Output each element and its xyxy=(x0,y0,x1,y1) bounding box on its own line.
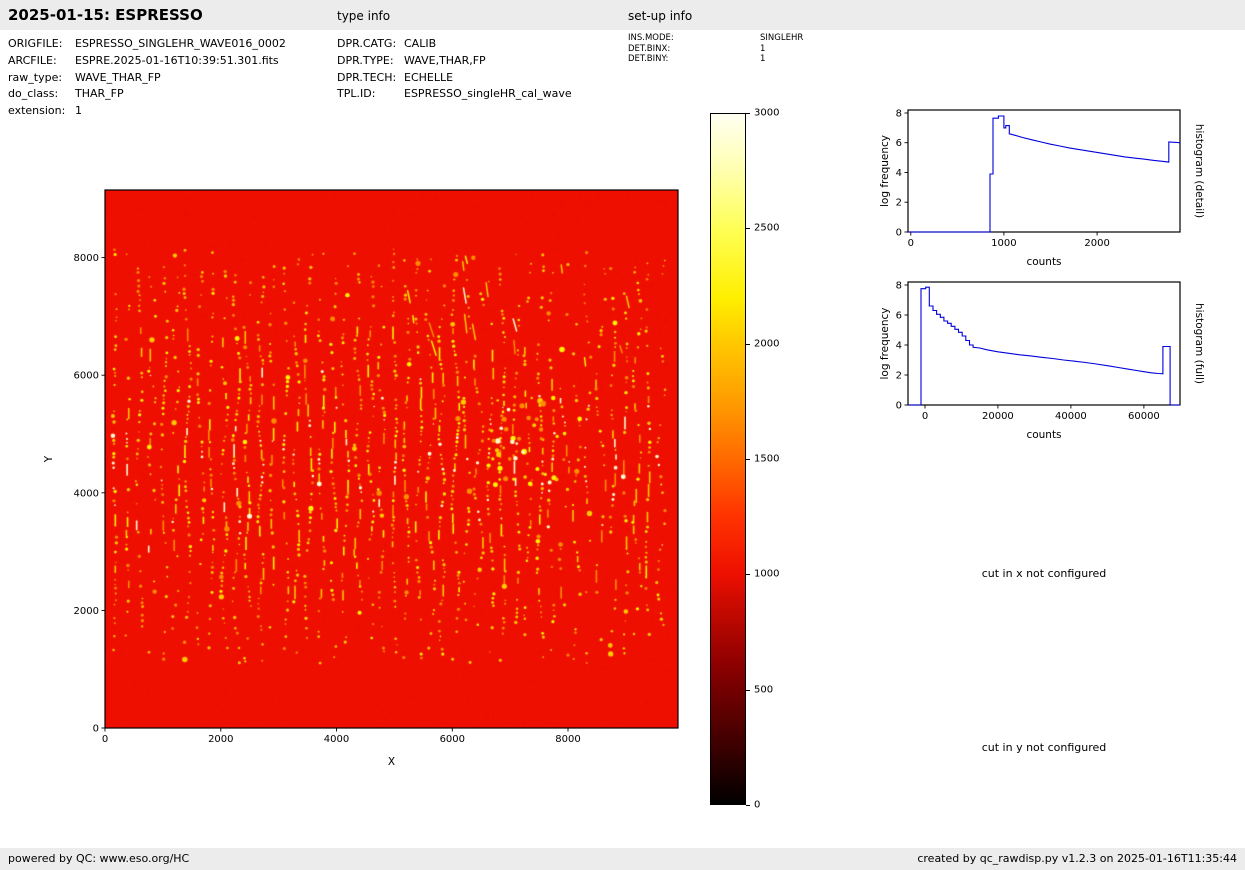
svg-text:2000: 2000 xyxy=(74,606,99,617)
svg-text:histogram (detail): histogram (detail) xyxy=(1193,124,1205,218)
setup-info-block: INS.MODE:SINGLEHR DET.BINX:1 DET.BINY:1 xyxy=(628,33,803,65)
meta-row-detbinx: DET.BINX:1 xyxy=(628,44,803,55)
meta-label: do_class: xyxy=(8,86,75,103)
meta-label: DPR.TYPE: xyxy=(337,53,404,70)
meta-value: THAR_FP xyxy=(75,87,124,100)
type-info-heading: type info xyxy=(337,9,390,23)
meta-row-detbiny: DET.BINY:1 xyxy=(628,54,803,65)
histogram-detail-plot: 0 1000 2000 0 2 4 6 8 counts log frequency histogr… xyxy=(878,100,1210,278)
svg-text:0: 0 xyxy=(896,228,902,239)
svg-text:X: X xyxy=(388,756,395,768)
meta-label: DET.BINX: xyxy=(628,44,760,55)
meta-label: DET.BINY: xyxy=(628,54,760,65)
meta-value: 1 xyxy=(760,54,765,64)
colorbar: 050010001500200025003000 xyxy=(710,113,806,805)
svg-text:2: 2 xyxy=(896,371,902,382)
meta-label: DPR.TECH: xyxy=(337,70,404,87)
meta-value: SINGLEHR xyxy=(760,33,803,43)
meta-row-dprtype: DPR.TYPE:WAVE,THAR,FP xyxy=(337,53,572,70)
meta-label: DPR.CATG: xyxy=(337,36,404,53)
meta-value: ESPRE.2025-01-16T10:39:51.301.fits xyxy=(75,54,279,67)
page-title: 2025-01-15: ESPRESSO xyxy=(8,6,203,24)
meta-label: ARCFILE: xyxy=(8,53,75,70)
setup-info-heading: set-up info xyxy=(628,9,692,23)
svg-text:6000: 6000 xyxy=(74,371,99,382)
svg-text:0: 0 xyxy=(102,734,108,745)
svg-text:20000: 20000 xyxy=(982,411,1014,422)
svg-text:8: 8 xyxy=(896,109,902,120)
raw-image-canvas xyxy=(105,190,678,728)
svg-text:4: 4 xyxy=(896,168,902,179)
svg-text:0: 0 xyxy=(896,401,902,412)
meta-row-tplid: TPL.ID:ESPRESSO_singleHR_cal_wave xyxy=(337,86,572,103)
meta-label: TPL.ID: xyxy=(337,86,404,103)
meta-value: 1 xyxy=(75,104,82,117)
svg-text:2000: 2000 xyxy=(208,734,233,745)
svg-text:8000: 8000 xyxy=(74,253,99,264)
meta-label: raw_type: xyxy=(8,70,75,87)
svg-text:4000: 4000 xyxy=(74,488,99,499)
svg-text:4000: 4000 xyxy=(324,734,349,745)
svg-text:counts: counts xyxy=(1026,429,1061,441)
meta-value: ECHELLE xyxy=(404,71,453,84)
meta-value: 1 xyxy=(760,44,765,54)
colorbar-gradient xyxy=(710,113,746,805)
svg-text:6000: 6000 xyxy=(440,734,465,745)
meta-row-arcfile: ARCFILE:ESPRE.2025-01-16T10:39:51.301.fi… xyxy=(8,53,286,70)
file-info-block: ORIGFILE:ESPRESSO_SINGLEHR_WAVE016_0002 … xyxy=(8,36,286,120)
meta-row-origfile: ORIGFILE:ESPRESSO_SINGLEHR_WAVE016_0002 xyxy=(8,36,286,53)
meta-row-dprtech: DPR.TECH:ECHELLE xyxy=(337,70,572,87)
svg-text:4: 4 xyxy=(896,341,902,352)
svg-text:log frequency: log frequency xyxy=(879,135,891,207)
cut-x-note: cut in x not configured xyxy=(908,567,1180,580)
svg-text:60000: 60000 xyxy=(1128,411,1160,422)
meta-label: ORIGFILE: xyxy=(8,36,75,53)
meta-row-rawtype: raw_type:WAVE_THAR_FP xyxy=(8,70,286,87)
meta-value: CALIB xyxy=(404,37,436,50)
footer-created-by: created by qc_rawdisp.py v1.2.3 on 2025-… xyxy=(917,852,1237,865)
qc-report-page: 2025-01-15: ESPRESSO type info set-up in… xyxy=(0,0,1245,870)
meta-row-extension: extension:1 xyxy=(8,103,286,120)
svg-text:8: 8 xyxy=(896,281,902,292)
meta-label: INS.MODE: xyxy=(628,33,760,44)
svg-text:6: 6 xyxy=(896,311,902,322)
meta-value: ESPRESSO_SINGLEHR_WAVE016_0002 xyxy=(75,37,286,50)
svg-text:Y: Y xyxy=(43,455,55,463)
svg-text:8000: 8000 xyxy=(555,734,580,745)
svg-text:40000: 40000 xyxy=(1055,411,1087,422)
svg-text:1000: 1000 xyxy=(991,238,1016,249)
meta-row-doclass: do_class:THAR_FP xyxy=(8,86,286,103)
cut-y-note: cut in y not configured xyxy=(908,741,1180,754)
footer-powered-by: powered by QC: www.eso.org/HC xyxy=(8,852,189,865)
svg-text:0: 0 xyxy=(93,724,99,735)
meta-value: WAVE_THAR_FP xyxy=(75,71,161,84)
svg-text:0: 0 xyxy=(922,411,928,422)
svg-text:histogram (full): histogram (full) xyxy=(1193,303,1205,384)
svg-text:counts: counts xyxy=(1026,256,1061,268)
header-bar: 2025-01-15: ESPRESSO type info set-up in… xyxy=(0,0,1245,30)
meta-label: extension: xyxy=(8,103,75,120)
meta-row-insmode: INS.MODE:SINGLEHR xyxy=(628,33,803,44)
svg-text:log frequency: log frequency xyxy=(879,307,891,379)
svg-text:2: 2 xyxy=(896,198,902,209)
histogram-full-plot: 0 20000 40000 60000 0 2 4 6 8 counts log frequency… xyxy=(878,272,1210,450)
meta-value: ESPRESSO_singleHR_cal_wave xyxy=(404,87,572,100)
meta-row-dprcatg: DPR.CATG:CALIB xyxy=(337,36,572,53)
footer-bar: powered by QC: www.eso.org/HC created by… xyxy=(0,848,1245,870)
svg-text:6: 6 xyxy=(896,138,902,149)
colorbar-ticks: 050010001500200025003000 xyxy=(746,113,806,805)
svg-text:0: 0 xyxy=(908,238,914,249)
meta-value: WAVE,THAR,FP xyxy=(404,54,486,67)
svg-text:2000: 2000 xyxy=(1084,238,1109,249)
type-info-block: DPR.CATG:CALIB DPR.TYPE:WAVE,THAR,FP DPR… xyxy=(337,36,572,103)
